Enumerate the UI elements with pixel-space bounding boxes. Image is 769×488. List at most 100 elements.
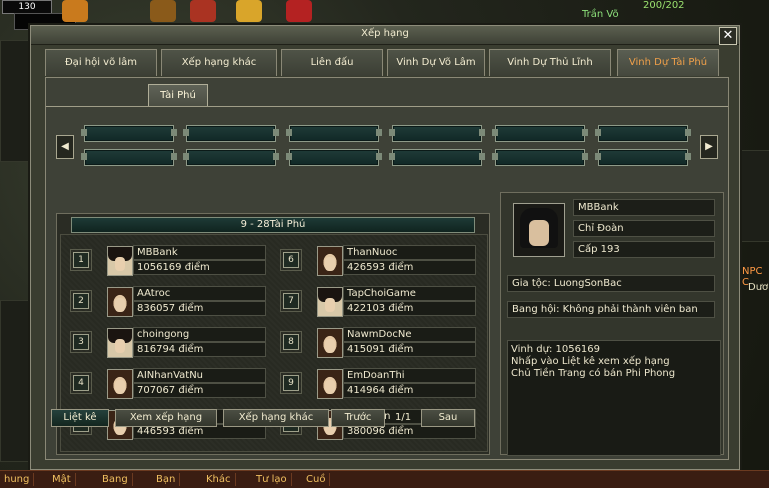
world-ground bbox=[0, 300, 32, 462]
avatar-face bbox=[115, 257, 125, 271]
tab-vinh-du-thu-linh[interactable]: Vinh Dự Thủ Lĩnh bbox=[489, 49, 611, 76]
player-score-field: 1056169 điểm bbox=[133, 260, 266, 275]
tab-xep-hang-khac[interactable]: Xếp hạng khác bbox=[161, 49, 277, 76]
window-title: Xếp hạng bbox=[361, 28, 409, 39]
desc-line: Chủ Tiền Trang có bán Phi Phong bbox=[511, 368, 676, 379]
male-avatar[interactable] bbox=[317, 287, 343, 317]
player-score-field: 707067 điểm bbox=[133, 383, 266, 398]
channel-tab[interactable]: Khác bbox=[202, 473, 236, 486]
tab-vinh-du-vo-lam[interactable]: Vinh Dự Võ Lâm bbox=[387, 49, 485, 76]
tab-content: Tài Phú ◀ ▶ 9 - 28Tài Phú 1 MBBank 1056169… bbox=[45, 77, 729, 460]
channel-tab[interactable]: Bang bbox=[98, 473, 133, 486]
ranking-window: Xếp hạng ✕ Đại hội võ lâm Xếp hạng khác … bbox=[30, 25, 740, 470]
world-wall bbox=[0, 40, 30, 162]
detail-clan: Gia tộc: LuongSonBac bbox=[507, 275, 715, 292]
female-avatar[interactable] bbox=[317, 328, 343, 358]
category-slot[interactable] bbox=[389, 149, 485, 166]
category-slot[interactable] bbox=[492, 149, 588, 166]
gift-box-icon[interactable] bbox=[236, 0, 262, 22]
weapon-icon[interactable] bbox=[150, 0, 176, 22]
tab-vinh-du-tai-phu[interactable]: Vinh Dự Tài Phú bbox=[617, 49, 719, 76]
female-avatar[interactable] bbox=[107, 287, 133, 317]
player-name-field: AAtroc bbox=[133, 286, 266, 301]
male-avatar[interactable] bbox=[107, 328, 133, 358]
avatar-face bbox=[325, 380, 335, 394]
tab-dai-hoi-vo-lam[interactable]: Đại hội võ lâm bbox=[45, 49, 157, 76]
female-avatar[interactable] bbox=[317, 246, 343, 276]
rank-number: 7 bbox=[280, 290, 302, 312]
category-slot[interactable] bbox=[595, 125, 691, 142]
prev-button[interactable]: Trước bbox=[331, 409, 385, 427]
player-score-field: 415091 điểm bbox=[343, 342, 476, 357]
ranking-entry[interactable]: 7 TapChoiGame 422103 điểm bbox=[277, 284, 477, 318]
tab-lien-dau[interactable]: Liên đấu bbox=[281, 49, 383, 76]
player-name-field: ThanNuoc bbox=[343, 245, 476, 260]
world-wall bbox=[740, 150, 769, 242]
female-avatar[interactable] bbox=[317, 369, 343, 399]
category-slot[interactable] bbox=[183, 125, 279, 142]
other-rank-button[interactable]: Xếp hạng khác bbox=[223, 409, 329, 427]
rank-number: 6 bbox=[280, 249, 302, 271]
rank-number: 1 bbox=[70, 249, 92, 271]
portrait-face bbox=[529, 220, 549, 246]
ranking-entry[interactable]: 6 ThanNuoc 426593 điểm bbox=[277, 243, 477, 277]
player-hp: 200/202 bbox=[643, 0, 685, 11]
ranking-entry[interactable]: 4 AINhanVatNu 707067 điểm bbox=[67, 366, 267, 400]
category-slot[interactable] bbox=[389, 125, 485, 142]
desc-line: Nhấp vào Liệt kê xem xếp hạng bbox=[511, 356, 670, 367]
ranking-entry[interactable]: 3 choingong 816794 điểm bbox=[67, 325, 267, 359]
ranking-entry[interactable]: 8 NawmDocNe 415091 điểm bbox=[277, 325, 477, 359]
detail-description: Vinh dự: 1056169 Nhấp vào Liệt kê xem xế… bbox=[507, 340, 721, 456]
player-name-field: AINhanVatNu bbox=[133, 368, 266, 383]
scroll-left-button[interactable]: ◀ bbox=[56, 135, 74, 159]
player-name-field: MBBank bbox=[133, 245, 266, 260]
level-indicator: 130 bbox=[2, 0, 52, 14]
close-button[interactable]: ✕ bbox=[719, 27, 737, 45]
player-score-field: 422103 điểm bbox=[343, 301, 476, 316]
player-score-field: 836057 điểm bbox=[133, 301, 266, 316]
channel-tab[interactable]: Bạn bbox=[152, 473, 181, 486]
player-name-field: NawmDocNe bbox=[343, 327, 476, 342]
avatar-face bbox=[115, 298, 125, 312]
subtab-tai-phu[interactable]: Tài Phú bbox=[148, 84, 208, 107]
ranking-entry[interactable]: 2 AAtroc 836057 điểm bbox=[67, 284, 267, 318]
rank-number: 8 bbox=[280, 331, 302, 353]
window-titlebar[interactable]: Xếp hạng bbox=[31, 26, 739, 45]
category-slot[interactable] bbox=[286, 149, 382, 166]
category-slot[interactable] bbox=[595, 149, 691, 166]
player-score-field: 816794 điểm bbox=[133, 342, 266, 357]
player-name-field: EmDoanThi bbox=[343, 368, 476, 383]
player-name-field: choingong bbox=[133, 327, 266, 342]
next-button[interactable]: Sau bbox=[421, 409, 475, 427]
detail-level: Cấp 193 bbox=[573, 241, 715, 258]
category-slot[interactable] bbox=[492, 125, 588, 142]
detail-name: MBBank bbox=[573, 199, 715, 216]
channel-tab[interactable]: Tư lạo bbox=[252, 473, 292, 486]
ranking-entry[interactable]: 9 EmDoanThi 414964 điểm bbox=[277, 366, 477, 400]
rank-number: 2 bbox=[70, 290, 92, 312]
rank-number: 4 bbox=[70, 372, 92, 394]
page-indicator: 1/1 bbox=[395, 412, 412, 423]
ranking-tabs: Đại hội võ lâm Xếp hạng khác Liên đấu Vi… bbox=[45, 49, 735, 77]
channel-tab[interactable]: Mật bbox=[48, 473, 76, 486]
rank-number: 3 bbox=[70, 331, 92, 353]
red-gift-icon[interactable] bbox=[286, 0, 312, 22]
channel-tab[interactable]: hung bbox=[0, 473, 35, 486]
scroll-right-button[interactable]: ▶ bbox=[700, 135, 718, 159]
character-icon[interactable] bbox=[190, 0, 216, 22]
male-avatar[interactable] bbox=[107, 246, 133, 276]
category-slot[interactable] bbox=[286, 125, 382, 142]
skill-orb-icon[interactable] bbox=[62, 0, 88, 22]
list-button[interactable]: Liệt kê bbox=[51, 409, 109, 427]
avatar-face bbox=[325, 339, 335, 353]
rank-number: 9 bbox=[280, 372, 302, 394]
category-slot[interactable] bbox=[81, 125, 177, 142]
view-rank-button[interactable]: Xem xếp hạng bbox=[115, 409, 217, 427]
player-portrait bbox=[513, 203, 565, 257]
category-slot[interactable] bbox=[183, 149, 279, 166]
category-slot[interactable] bbox=[81, 149, 177, 166]
player-detail-panel: MBBank Chỉ Đoàn Cấp 193 Gia tộc: LuongSo… bbox=[500, 192, 724, 456]
ranking-entry[interactable]: 1 MBBank 1056169 điểm bbox=[67, 243, 267, 277]
female-avatar[interactable] bbox=[107, 369, 133, 399]
channel-tab[interactable]: Cuồ bbox=[302, 473, 331, 486]
